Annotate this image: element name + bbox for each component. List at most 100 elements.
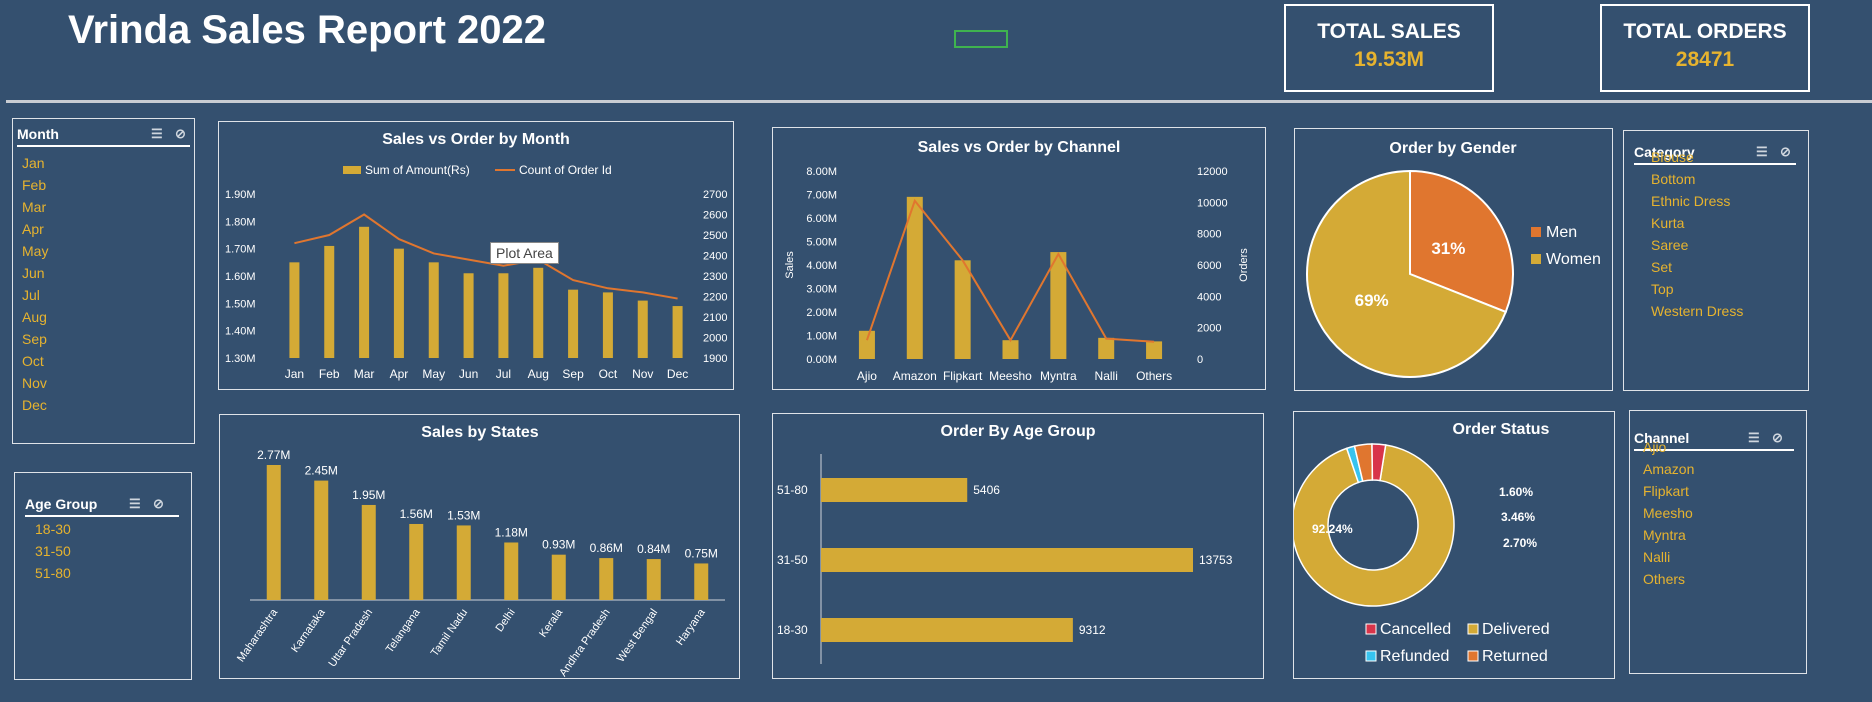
- selected-cell[interactable]: [954, 30, 1008, 48]
- total-orders-card: TOTAL ORDERS 28471: [1600, 4, 1810, 92]
- chart-channel-panel[interactable]: Sales vs Order by Channel 0.00M 1.00M 2.00M…: [772, 127, 1266, 390]
- data-label: 0.75M: [685, 546, 718, 560]
- y-tick-label: 4.00M: [806, 260, 837, 272]
- data-label: 2.45M: [305, 464, 338, 478]
- multi-select-icon[interactable]: ☰: [1756, 144, 1768, 160]
- y2-tick-label: 1900: [703, 353, 727, 365]
- slicer-item-sep[interactable]: Sep: [22, 331, 47, 347]
- clear-filter-icon[interactable]: ⊘: [175, 126, 186, 142]
- y2-tick-label: 2500: [703, 230, 727, 242]
- data-label: 1.60%: [1499, 485, 1533, 499]
- slicer-item-bottom[interactable]: Bottom: [1651, 171, 1695, 187]
- slicer-item-dec[interactable]: Dec: [22, 397, 47, 413]
- chart-status-panel[interactable]: Order Status 92.24% 1.60% 3.46% 2.70% Cancell…: [1291, 411, 1615, 679]
- y-tick-label: 8.00M: [806, 166, 837, 178]
- x-tick-label: Mar: [354, 367, 375, 381]
- y2-tick-label: 2600: [703, 210, 727, 222]
- clear-filter-icon[interactable]: ⊘: [153, 496, 164, 512]
- bar: [463, 273, 474, 358]
- bar: [533, 267, 544, 358]
- y2-tick-label: 12000: [1197, 166, 1228, 178]
- slicer-item-kurta[interactable]: Kurta: [1651, 215, 1684, 231]
- slicer-item-51-80[interactable]: 51-80: [35, 565, 71, 581]
- bar: [954, 260, 971, 359]
- multi-select-icon[interactable]: ☰: [129, 496, 141, 512]
- slicer-item-nalli[interactable]: Nalli: [1643, 549, 1670, 565]
- order-by-age-group-chart: Order By Age Group 51-80 5406 31-50 13753 18-…: [777, 423, 1233, 664]
- slicer-header: Age Group ☰ ⊘: [25, 493, 179, 517]
- slicer-item-myntra[interactable]: Myntra: [1643, 527, 1686, 543]
- bar: [409, 523, 424, 600]
- slicer-item-flipkart[interactable]: Flipkart: [1643, 483, 1689, 499]
- multi-select-icon[interactable]: ☰: [151, 126, 163, 142]
- slicer-item-feb[interactable]: Feb: [22, 177, 46, 193]
- clear-filter-icon[interactable]: ⊘: [1780, 144, 1791, 160]
- chart-title: Sales vs Order by Channel: [918, 139, 1121, 156]
- slicer-item-may[interactable]: May: [22, 243, 48, 259]
- bar: [428, 262, 439, 358]
- chart-age-panel[interactable]: Order By Age Group 51-80 5406 31-50 13753 18-…: [772, 413, 1264, 679]
- legend-label: Sum of Amount(Rs): [365, 163, 470, 177]
- channel-slicer[interactable]: Channel ☰ ⊘ Ajio Amazon Flipkart Meesho Mynt…: [1629, 410, 1807, 674]
- legend-swatch: [1531, 254, 1541, 264]
- slicer-item-jun[interactable]: Jun: [22, 265, 45, 281]
- slicer-item-ethnic-dress[interactable]: Ethnic Dress: [1651, 193, 1730, 209]
- slicer-item-jan[interactable]: Jan: [22, 155, 45, 171]
- data-label: 13753: [1199, 553, 1233, 567]
- slicer-item-aug[interactable]: Aug: [22, 309, 47, 325]
- x-tick-label: Aug: [528, 367, 549, 381]
- slicer-item-18-30[interactable]: 18-30: [35, 521, 71, 537]
- slicer-item-amazon[interactable]: Amazon: [1643, 461, 1694, 477]
- slicer-item-oct[interactable]: Oct: [22, 353, 44, 369]
- bar: [858, 330, 875, 359]
- bar: [568, 289, 579, 358]
- slicer-item-western-dress[interactable]: Western Dress: [1651, 303, 1743, 319]
- age-group-slicer[interactable]: Age Group ☰ ⊘ 18-30 31-50 51-80: [14, 472, 192, 680]
- slicer-item-others[interactable]: Others: [1643, 571, 1685, 587]
- bar: [393, 248, 404, 358]
- multi-select-icon[interactable]: ☰: [1748, 430, 1760, 446]
- slicer-item-apr[interactable]: Apr: [22, 221, 44, 237]
- legend-label: Men: [1546, 224, 1577, 241]
- x-tick-label: Sep: [562, 367, 584, 381]
- x-tick-label: Delhi: [493, 607, 517, 634]
- y-tick-label: 51-80: [777, 483, 808, 497]
- data-label: 3.46%: [1501, 510, 1535, 524]
- slicer-item-nov[interactable]: Nov: [22, 375, 47, 391]
- bar: [1002, 340, 1019, 359]
- x-tick-label: Apr: [390, 367, 409, 381]
- y-tick-label: 1.60M: [225, 271, 256, 283]
- y2-tick-label: 10000: [1197, 197, 1228, 209]
- legend-label: Delivered: [1482, 621, 1550, 638]
- slicer-item-set[interactable]: Set: [1651, 259, 1672, 275]
- x-tick-label: Maharashtra: [235, 606, 281, 664]
- x-tick-label: Uttar Pradesh: [326, 607, 375, 669]
- x-tick-label: Dec: [667, 367, 688, 381]
- slicer-item-blouse[interactable]: Blouse: [1651, 149, 1694, 165]
- chart-gender-panel[interactable]: Order by Gender 31% 69% Men Women: [1294, 128, 1613, 391]
- month-slicer[interactable]: Month ☰ ⊘ Jan Feb Mar Apr May Jun Jul Aug Sep Oct…: [12, 118, 195, 444]
- y-axis-label: Sales: [784, 251, 796, 279]
- chart-title: Order by Gender: [1389, 140, 1516, 157]
- slicer-item-31-50[interactable]: 31-50: [35, 543, 71, 559]
- slicer-item-saree[interactable]: Saree: [1651, 237, 1688, 253]
- x-tick-label: Jul: [496, 367, 511, 381]
- slicer-item-mar[interactable]: Mar: [22, 199, 46, 215]
- chart-month-panel[interactable]: Sales vs Order by Month Sum of Amount(Rs)…: [218, 121, 734, 390]
- bar: [551, 554, 566, 600]
- legend-label: Count of Order Id: [519, 163, 612, 177]
- chart-states-panel[interactable]: Sales by States 2.77M Maharashtra 2.45M Karn…: [219, 414, 740, 679]
- slicer-item-meesho[interactable]: Meesho: [1643, 505, 1693, 521]
- slicer-item-ajio[interactable]: Ajio: [1643, 439, 1666, 455]
- data-label: 1.18M: [495, 525, 528, 539]
- x-tick-label: Nalli: [1095, 369, 1118, 383]
- y2-tick-label: 2000: [1197, 323, 1221, 335]
- bar: [637, 300, 648, 358]
- clear-filter-icon[interactable]: ⊘: [1772, 430, 1783, 446]
- y-tick-label: 2.00M: [806, 307, 837, 319]
- bar: [599, 558, 614, 600]
- slicer-item-jul[interactable]: Jul: [22, 287, 40, 303]
- category-slicer[interactable]: Category ☰ ⊘ Blouse Bottom Ethnic Dress Kur…: [1623, 130, 1809, 391]
- bar: [602, 292, 613, 358]
- slicer-item-top[interactable]: Top: [1651, 281, 1674, 297]
